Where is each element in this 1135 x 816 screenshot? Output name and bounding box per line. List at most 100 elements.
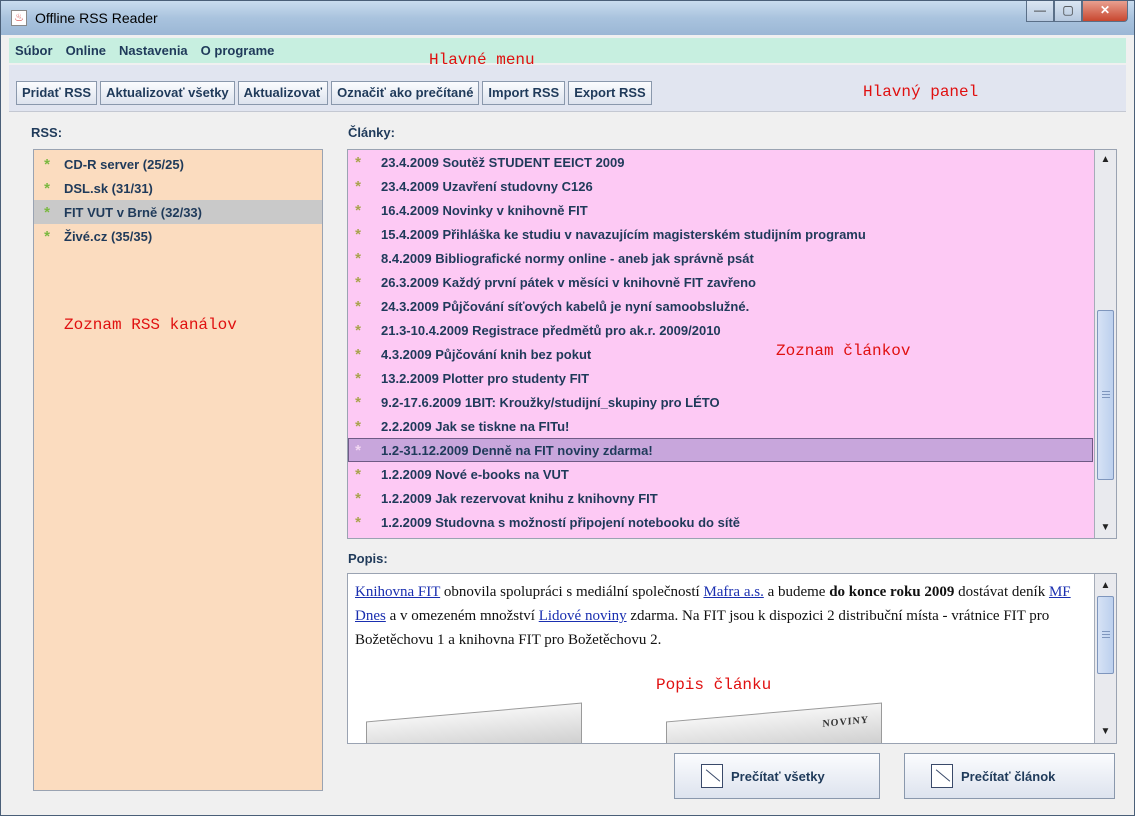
article-title: 23.4.2009 Soutěž STUDENT EEICT 2009 [381, 154, 625, 170]
update-button[interactable]: Aktualizovať [237, 81, 329, 105]
annotation-feed-list: Zoznam RSS kanálov [64, 316, 237, 334]
feed-item-cdr[interactable]: * CD-R server (25/25) [34, 152, 322, 176]
article-row[interactable]: * 9.2-17.6.2009 1BIT: Kroužky/studijní_sk… [348, 390, 1093, 414]
article-title: 2.2.2009 Jak se tiskne na FITu! [381, 418, 570, 434]
feed-star-icon: * [44, 227, 50, 245]
newspaper-image-1 [366, 702, 582, 743]
article-star-icon: * [355, 513, 361, 531]
rss-feed-list: * CD-R server (25/25) * DSL.sk (31/31) *… [33, 149, 323, 791]
articles-list: * 23.4.2009 Soutěž STUDENT EEICT 2009 * 23.… [347, 149, 1117, 539]
window-controls: — ▢ ✕ [1026, 1, 1128, 23]
article-title: 9.2-17.6.2009 1BIT: Kroužky/studijní_sku… [381, 394, 720, 410]
read-article-label: Prečítať článok [961, 768, 1056, 784]
article-title-partial: 1.2.2009 Mínění [381, 539, 476, 540]
article-star-icon: * [355, 321, 361, 339]
article-title: 26.3.2009 Každý první pátek v měsíci v k… [381, 274, 756, 290]
rss-label: RSS: [31, 125, 63, 140]
article-row[interactable]: * 26.3.2009 Každý první pátek v měsíci v … [348, 270, 1093, 294]
document-icon [931, 764, 953, 788]
article-star-icon: * [355, 249, 361, 267]
update-all-button[interactable]: Aktualizovať všetky [100, 81, 235, 105]
annotation-description: Popis článku [656, 676, 772, 694]
description-text: Knihovna FIT obnovila spolupráci s mediá… [355, 584, 1071, 648]
article-row[interactable]: * 23.4.2009 Soutěž STUDENT EEICT 2009 [348, 150, 1093, 174]
feed-name: CD-R server (25/25) [64, 156, 184, 172]
articles-scrollbar[interactable]: ▲ ▼ [1094, 150, 1116, 538]
article-star-icon: * [355, 417, 361, 435]
scroll-up-icon[interactable]: ▲ [1095, 576, 1116, 596]
feed-name: FIT VUT v Brně (32/33) [64, 204, 202, 220]
link-lidove-noviny[interactable]: Lidové noviny [539, 608, 627, 624]
newspaper-masthead: NOVINY [822, 714, 869, 730]
article-star-icon: * [355, 465, 361, 483]
feed-item-zive[interactable]: * Živé.cz (35/35) [34, 224, 322, 248]
article-star-icon: * [355, 345, 361, 363]
menu-o-programe[interactable]: O programe [201, 43, 275, 58]
article-row[interactable]: * 15.4.2009 Přihláška ke studiu v navazuj… [348, 222, 1093, 246]
add-rss-button[interactable]: Pridať RSS [16, 81, 98, 105]
feed-item-dsl[interactable]: * DSL.sk (31/31) [34, 176, 322, 200]
feed-item-fit-vut[interactable]: * FIT VUT v Brně (32/33) [34, 200, 322, 224]
article-star-icon: * [355, 489, 361, 507]
article-star-icon: * [351, 538, 365, 539]
read-article-button[interactable]: Prečítať článok [904, 753, 1115, 799]
export-rss-button[interactable]: Export RSS [568, 81, 652, 105]
article-title: 21.3-10.4.2009 Registrace předmětů pro a… [381, 322, 721, 338]
description-scrollbar[interactable]: ▲ ▼ [1094, 574, 1116, 743]
article-row[interactable]: * 2.2.2009 Jak se tiskne na FITu! [348, 414, 1093, 438]
article-row[interactable]: * 24.3.2009 Půjčování síťových kabelů je … [348, 294, 1093, 318]
article-star-icon: * [355, 273, 361, 291]
scroll-down-icon[interactable]: ▼ [1095, 518, 1116, 538]
menu-bar: Súbor Online Nastavenia O programe [9, 38, 1126, 63]
read-all-button[interactable]: Prečítať všetky [674, 753, 880, 799]
link-knihovna-fit[interactable]: Knihovna FIT [355, 584, 440, 600]
window-title: Offline RSS Reader [35, 10, 158, 26]
article-title: 8.4.2009 Bibliografické normy online - a… [381, 250, 754, 266]
article-title: 13.2.2009 Plotter pro studenty FIT [381, 370, 590, 386]
article-row[interactable]: * 8.4.2009 Bibliografické normy online - … [348, 246, 1093, 270]
description-scroll-thumb[interactable] [1097, 596, 1114, 674]
article-row[interactable]: * 21.3-10.4.2009 Registrace předmětů pro … [348, 318, 1093, 342]
article-title: 4.3.2009 Půjčování knih bez pokut [381, 346, 592, 362]
import-rss-button[interactable]: Import RSS [482, 81, 566, 105]
article-row[interactable]: * 13.2.2009 Plotter pro studenty FIT [348, 366, 1093, 390]
article-title: 1.2.2009 Nové e-books na VUT [381, 466, 569, 482]
article-row[interactable]: * 16.4.2009 Novinky v knihovně FIT [348, 198, 1093, 222]
article-row[interactable]: * 1.2.2009 Jak rezervovat knihu z knihovn… [348, 486, 1093, 510]
article-row[interactable]: * 1.2.2009 Nové e-books na VUT [348, 462, 1093, 486]
mark-as-read-button[interactable]: Označiť ako prečítané [331, 81, 480, 105]
article-row[interactable]: * 1.2-31.12.2009 Denně na FIT noviny zdar… [348, 438, 1093, 462]
article-title: 1.2.2009 Studovna s možností připojení n… [381, 514, 740, 530]
link-mafra[interactable]: Mafra a.s. [703, 584, 763, 600]
article-title: 15.4.2009 Přihláška ke studiu v navazují… [381, 226, 866, 242]
java-app-icon: ♨ [11, 10, 27, 26]
article-row[interactable]: * 23.4.2009 Uzavření studovny C126 [348, 174, 1093, 198]
article-row[interactable]: * 1.2.2009 Studovna s možností připojení … [348, 510, 1093, 534]
newspaper-image-2: NOVINY [666, 702, 882, 743]
close-button[interactable]: ✕ [1082, 1, 1128, 22]
feed-star-icon: * [44, 179, 50, 197]
minimize-button[interactable]: — [1026, 1, 1054, 22]
article-row[interactable]: * 4.3.2009 Půjčování knih bez pokut [348, 342, 1093, 366]
article-title: 1.2-31.12.2009 Denně na FIT noviny zdarm… [381, 442, 653, 458]
feed-star-icon: * [44, 155, 50, 173]
menu-online[interactable]: Online [66, 43, 106, 58]
document-icon [701, 764, 723, 788]
article-star-icon: * [355, 201, 361, 219]
maximize-button[interactable]: ▢ [1054, 1, 1082, 22]
scroll-up-icon[interactable]: ▲ [1095, 150, 1116, 170]
scroll-down-icon[interactable]: ▼ [1095, 722, 1116, 742]
article-row-partial[interactable]: * 1.2.2009 Mínění [348, 534, 1093, 539]
title-bar[interactable]: ♨ Offline RSS Reader — ▢ ✕ [1, 1, 1134, 35]
article-star-icon: * [355, 441, 361, 459]
feed-star-icon: * [44, 203, 50, 221]
article-title: 23.4.2009 Uzavření studovny C126 [381, 178, 593, 194]
articles-scroll-thumb[interactable] [1097, 310, 1114, 480]
feed-name: DSL.sk (31/31) [64, 180, 153, 196]
annotation-article-list: Zoznam článkov [776, 342, 911, 360]
menu-nastavenia[interactable]: Nastavenia [119, 43, 188, 58]
menu-subor[interactable]: Súbor [15, 43, 53, 58]
article-title: 24.3.2009 Půjčování síťových kabelů je n… [381, 298, 750, 314]
read-all-label: Prečítať všetky [731, 768, 825, 784]
article-title: 16.4.2009 Novinky v knihovně FIT [381, 202, 588, 218]
